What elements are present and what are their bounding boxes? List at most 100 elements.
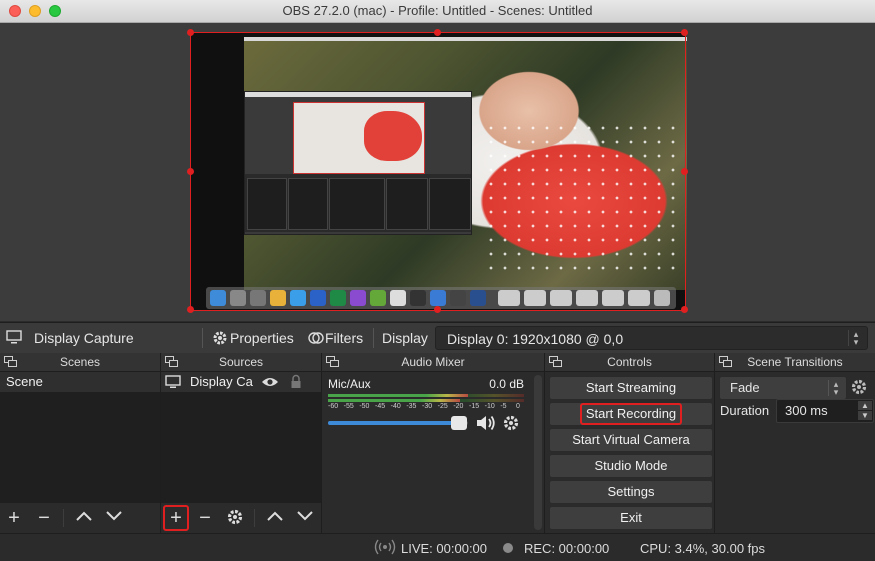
transition-select[interactable]: Fade ▴ ▾ [719, 376, 847, 400]
volume-knob[interactable] [451, 416, 467, 430]
display-label: Display [382, 330, 428, 346]
exit-button[interactable]: Exit [549, 506, 713, 530]
meter-scale-label: -45 [375, 403, 386, 410]
broadcast-icon [374, 539, 396, 558]
meter-scale-label: -50 [359, 403, 370, 410]
source-name: Display Ca [190, 374, 253, 389]
plus-icon: + [8, 507, 20, 529]
source-properties-button[interactable] [224, 508, 246, 530]
title-bar: OBS 27.2.0 (mac) - Profile: Untitled - S… [0, 0, 875, 23]
preview-area[interactable] [0, 23, 875, 321]
sources-list[interactable]: Display Ca [161, 372, 321, 503]
source-item[interactable]: Display Ca [161, 372, 321, 392]
resize-handle-right[interactable] [681, 168, 688, 175]
display-select[interactable]: Display 0: 1920x1080 @ 0,0 ▴ ▾ [435, 326, 868, 350]
meter-scale: -60 -55 -50 -45 -40 -35 -30 -25 -20 -15 -10 -5 0 [326, 403, 526, 413]
scene-item[interactable]: Scene [0, 372, 160, 392]
settings-button[interactable]: Settings [549, 480, 713, 504]
add-source-button[interactable]: + [163, 505, 189, 531]
decrement-button[interactable]: ▼ [858, 411, 872, 420]
add-scene-button[interactable]: + [3, 507, 25, 529]
scenes-dock: Scenes Scene + − [0, 353, 161, 533]
resize-handle-top-left[interactable] [187, 29, 194, 36]
mixer-scrollbar[interactable] [534, 375, 542, 530]
meter-scale-label: -15 [469, 403, 480, 410]
resize-handle-bottom[interactable] [434, 306, 441, 313]
audio-mixer-dock: Audio Mixer Mic/Aux 0.0 dB -60 -55 -50 -45-… [322, 353, 545, 533]
increment-button[interactable]: ▲ [858, 401, 872, 410]
gear-icon [212, 330, 228, 349]
meter-scale-label: -20 [453, 403, 464, 410]
volume-fill [328, 421, 461, 425]
filters-icon [308, 330, 324, 349]
transition-properties-button[interactable] [850, 378, 868, 401]
resize-handle-top-right[interactable] [681, 29, 688, 36]
level-meter-r [328, 399, 460, 402]
start-recording-label: Start Recording [579, 403, 683, 425]
source-toolbar: Display Capture Properties Filters Displ… [0, 322, 875, 354]
scene-transitions-dock: Scene Transitions Fade ▴ ▾ Duration 300 m… [715, 353, 875, 533]
arrow-up-icon [76, 511, 92, 521]
resize-handle-bottom-left[interactable] [187, 306, 194, 313]
undock-icon[interactable] [719, 356, 732, 367]
mixer-channel: Mic/Aux 0.0 dB -60 -55 -50 -45 -40 -35 -30 -25-… [322, 372, 532, 533]
sources-footer: + − [161, 503, 321, 533]
channel-level: 0.0 dB [489, 377, 524, 391]
scenes-list[interactable]: Scene [0, 372, 160, 503]
resize-handle-left[interactable] [187, 168, 194, 175]
properties-button[interactable]: Properties [230, 330, 294, 346]
window-title: OBS 27.2.0 (mac) - Profile: Untitled - S… [282, 3, 593, 18]
scenes-footer: + − [0, 503, 160, 533]
lock-icon[interactable] [290, 374, 302, 395]
remove-scene-button[interactable]: − [33, 507, 55, 529]
undock-icon[interactable] [549, 356, 562, 367]
level-meter-l [328, 394, 468, 397]
plus-icon: + [170, 507, 182, 529]
move-scene-down-button[interactable] [103, 507, 125, 529]
meter-scale-label: -30 [422, 403, 433, 410]
start-streaming-button[interactable]: Start Streaming [549, 376, 713, 400]
preview-canvas[interactable] [187, 29, 688, 313]
duration-value: 300 ms [785, 403, 828, 418]
volume-slider[interactable] [328, 416, 468, 430]
meter-scale-label: 0 [516, 403, 520, 410]
record-dot-icon [503, 543, 513, 553]
undock-icon[interactable] [326, 356, 339, 367]
arrow-down-icon [297, 511, 313, 521]
meter-scale-label: -60 [328, 403, 339, 410]
source-selection-border [190, 32, 686, 311]
controls-title: Controls [607, 355, 652, 369]
start-recording-button[interactable]: Start Recording [549, 402, 713, 426]
move-source-up-button[interactable] [264, 507, 286, 529]
selected-source-name: Display Capture [34, 330, 134, 346]
chevron-updown-icon: ▴ ▾ [828, 380, 843, 397]
move-source-down-button[interactable] [294, 507, 316, 529]
undock-icon[interactable] [4, 356, 17, 367]
channel-name: Mic/Aux [328, 377, 371, 391]
meter-scale-label: -10 [484, 403, 495, 410]
resize-handle-top[interactable] [434, 29, 441, 36]
gear-icon [227, 509, 243, 525]
meter-scale-label: -35 [406, 403, 417, 410]
filters-button[interactable]: Filters [325, 330, 363, 346]
undock-icon[interactable] [165, 356, 178, 367]
duration-spinbox[interactable]: 300 ms ▲ ▼ [776, 399, 874, 423]
start-virtual-camera-button[interactable]: Start Virtual Camera [549, 428, 713, 452]
resize-handle-bottom-right[interactable] [681, 306, 688, 313]
arrow-down-icon [106, 511, 122, 521]
sources-title: Sources [218, 355, 264, 369]
move-scene-up-button[interactable] [73, 507, 95, 529]
monitor-icon [165, 375, 181, 395]
scene-transitions-title: Scene Transitions [747, 355, 843, 369]
eye-icon[interactable] [261, 375, 279, 395]
studio-mode-button[interactable]: Studio Mode [549, 454, 713, 478]
audio-mixer-title: Audio Mixer [401, 355, 465, 369]
status-bar: LIVE: 00:00:00 REC: 00:00:00 CPU: 3.4%, … [0, 533, 875, 561]
speaker-icon[interactable] [475, 413, 497, 438]
chevron-updown-icon: ▴ ▾ [848, 330, 863, 347]
remove-source-button[interactable]: − [194, 507, 216, 529]
meter-scale-label: -40 [390, 403, 401, 410]
gear-icon[interactable] [502, 414, 520, 437]
duration-label: Duration [720, 403, 770, 418]
meter-scale-label: -25 [437, 403, 448, 410]
